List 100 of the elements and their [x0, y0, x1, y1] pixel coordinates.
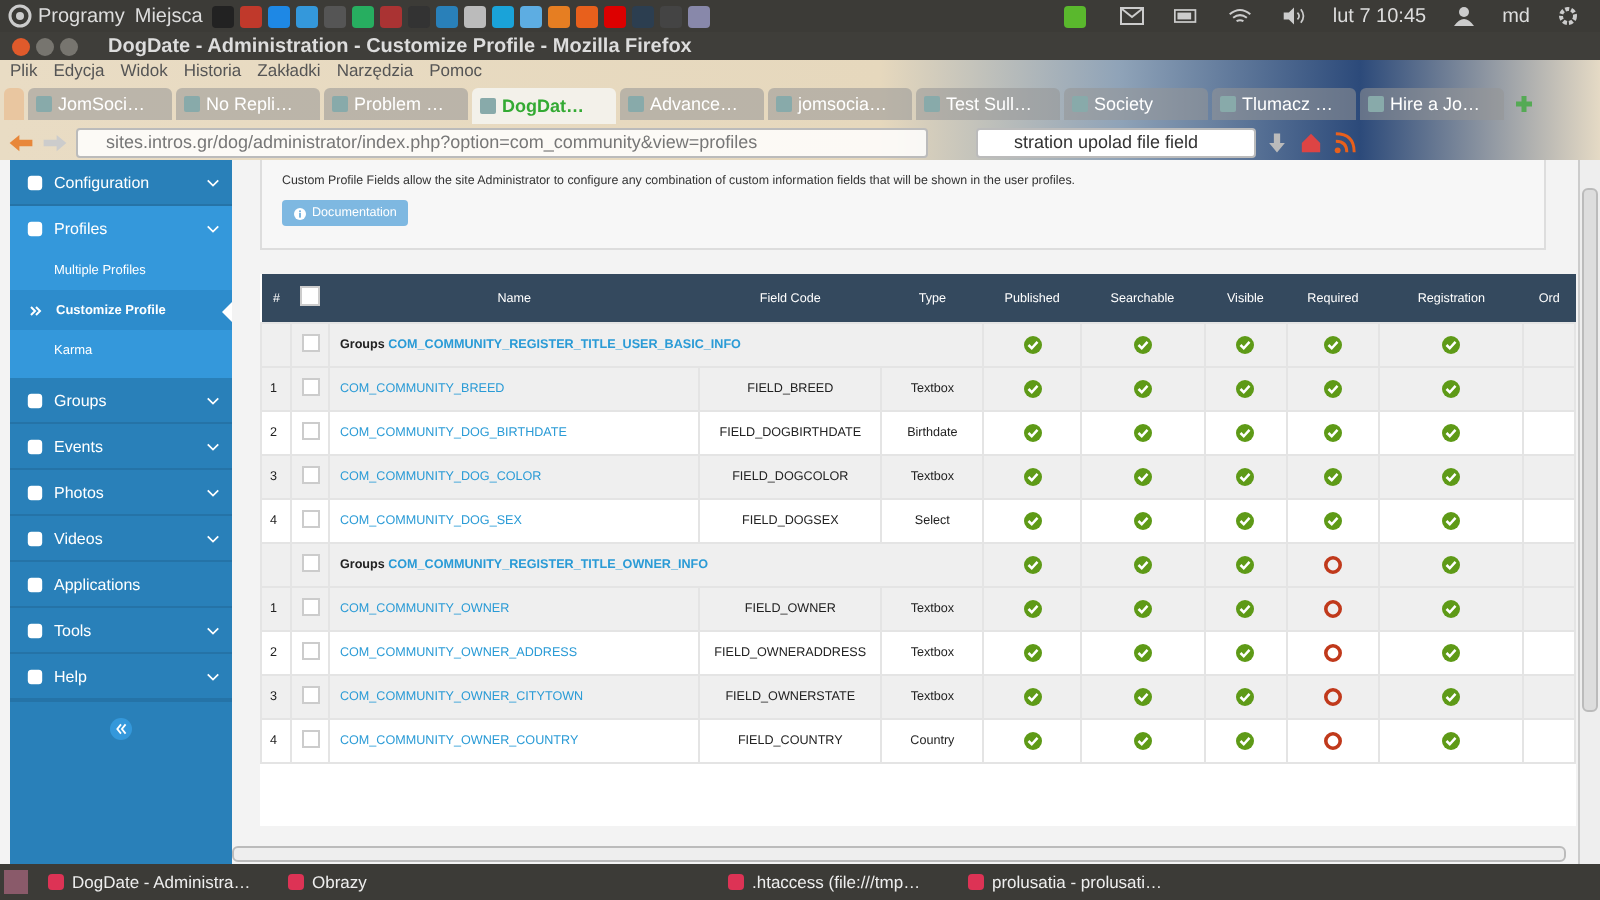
check-icon[interactable]	[1023, 600, 1042, 618]
browser-tab[interactable]: DogDat…	[472, 88, 616, 124]
row-checkbox[interactable]	[301, 466, 320, 484]
cross-status-icon[interactable]	[1323, 732, 1342, 750]
check-icon[interactable]	[1236, 732, 1255, 750]
check-icon[interactable]	[1133, 380, 1152, 398]
check-icon[interactable]	[1442, 380, 1461, 398]
browser-tab[interactable]: Society	[1064, 88, 1208, 120]
row-checkbox[interactable]	[301, 334, 320, 352]
search-field[interactable]: stration upolad file field	[976, 127, 1256, 157]
check-icon[interactable]	[1133, 468, 1152, 486]
row-checkbox[interactable]	[301, 730, 320, 748]
browser-tab[interactable]: Test Sull…	[916, 88, 1060, 120]
user-name[interactable]: md	[1502, 5, 1530, 27]
close-icon[interactable]	[12, 37, 30, 55]
maximize-icon[interactable]	[60, 37, 78, 55]
sidebar-item[interactable]: Groups	[10, 378, 232, 424]
select-all-checkbox[interactable]	[300, 286, 321, 306]
check-icon[interactable]	[1442, 600, 1461, 618]
menu-item[interactable]: Widok	[120, 60, 168, 80]
cross-status-icon[interactable]	[1323, 644, 1342, 662]
check-icon[interactable]	[1023, 336, 1042, 354]
check-icon[interactable]	[1442, 336, 1461, 354]
check-icon[interactable]	[1442, 644, 1461, 662]
row-checkbox[interactable]	[301, 598, 320, 616]
check-icon[interactable]	[1236, 556, 1255, 574]
menu-item[interactable]: Narzędzia	[336, 60, 414, 80]
rss-icon[interactable]	[1332, 131, 1358, 153]
check-icon[interactable]	[1236, 644, 1255, 662]
row-checkbox[interactable]	[301, 642, 320, 660]
app-launcher-icon[interactable]	[436, 5, 459, 27]
taskbar-button[interactable]: .htaccess (file:///tmp…	[720, 872, 948, 892]
check-icon[interactable]	[1023, 380, 1042, 398]
check-icon[interactable]	[1133, 336, 1152, 354]
vertical-scrollbar[interactable]	[1578, 160, 1600, 864]
app-launcher-icon[interactable]	[464, 5, 487, 27]
check-icon[interactable]	[1023, 424, 1042, 442]
check-icon[interactable]	[1323, 512, 1342, 530]
app-launcher-icon[interactable]	[548, 5, 571, 27]
check-icon[interactable]	[1442, 688, 1461, 706]
app-launcher-icon[interactable]	[688, 5, 711, 27]
ubuntu-logo-icon[interactable]	[8, 4, 32, 28]
sidebar-item[interactable]: Videos	[10, 516, 232, 562]
minimize-icon[interactable]	[36, 37, 54, 55]
back-arrow-icon[interactable]	[8, 131, 34, 153]
check-icon[interactable]	[1442, 512, 1461, 530]
settings-icon[interactable]	[1556, 6, 1580, 26]
check-icon[interactable]	[1133, 600, 1152, 618]
address-bar[interactable]: sites.intros.gr/dog/administrator/index.php?option=com_community&view=profiles	[76, 127, 928, 157]
home-icon[interactable]	[1298, 131, 1324, 153]
taskbar-button[interactable]: Obrazy	[280, 872, 508, 892]
sidebar-item[interactable]: Profiles	[10, 206, 232, 250]
check-icon[interactable]	[1442, 424, 1461, 442]
cross-status-icon[interactable]	[1323, 600, 1342, 618]
check-icon[interactable]	[1323, 380, 1342, 398]
check-icon[interactable]	[1236, 688, 1255, 706]
cross-status-icon[interactable]	[1323, 556, 1342, 574]
check-icon[interactable]	[1323, 336, 1342, 354]
check-icon[interactable]	[1133, 556, 1152, 574]
cross-status-icon[interactable]	[1323, 688, 1342, 706]
check-icon[interactable]	[1236, 336, 1255, 354]
check-icon[interactable]	[1023, 644, 1042, 662]
check-icon[interactable]	[1236, 424, 1255, 442]
check-icon[interactable]	[1023, 556, 1042, 574]
check-icon[interactable]	[1323, 468, 1342, 486]
check-icon[interactable]	[1236, 468, 1255, 486]
check-icon[interactable]	[1023, 688, 1042, 706]
menu-item[interactable]: Pomoc	[429, 60, 483, 80]
mail-icon[interactable]	[1120, 6, 1145, 26]
check-icon[interactable]	[1133, 512, 1152, 530]
app-launcher-icon[interactable]	[352, 5, 375, 27]
row-checkbox[interactable]	[301, 554, 320, 572]
menu-item[interactable]: Edycja	[53, 60, 105, 80]
browser-tab[interactable]: Tlumacz …	[1212, 88, 1356, 120]
sidebar-item[interactable]: Help	[10, 654, 232, 700]
app-launcher-icon[interactable]	[296, 5, 319, 27]
check-icon[interactable]	[1236, 600, 1255, 618]
check-icon[interactable]	[1023, 732, 1042, 750]
check-icon[interactable]	[1133, 732, 1152, 750]
sidebar-item[interactable]: Events	[10, 424, 232, 470]
check-icon[interactable]	[1442, 468, 1461, 486]
row-checkbox[interactable]	[301, 422, 320, 440]
menu-item[interactable]: Zakładki	[257, 60, 321, 80]
check-icon[interactable]	[1323, 424, 1342, 442]
check-icon[interactable]	[1442, 732, 1461, 750]
download-arrow-icon[interactable]	[1264, 131, 1290, 153]
sidebar-item[interactable]: Tools	[10, 608, 232, 654]
panel-menu[interactable]: Miejsca	[134, 5, 203, 27]
taskbar-button[interactable]: DogDate - Administra…	[40, 872, 268, 892]
panel-menu[interactable]: Programy	[38, 5, 125, 27]
check-icon[interactable]	[1442, 556, 1461, 574]
taskbar-button[interactable]: prolusatia - prolusati…	[960, 872, 1188, 892]
horizontal-scrollbar[interactable]	[232, 846, 1566, 862]
clock[interactable]: lut 7 10:45	[1332, 5, 1427, 27]
check-icon[interactable]	[1023, 512, 1042, 530]
sidebar-item[interactable]: Applications	[10, 562, 232, 608]
battery-icon[interactable]	[1174, 6, 1199, 26]
menu-item[interactable]: Historia	[183, 60, 242, 80]
row-checkbox[interactable]	[301, 686, 320, 704]
check-icon[interactable]	[1236, 380, 1255, 398]
